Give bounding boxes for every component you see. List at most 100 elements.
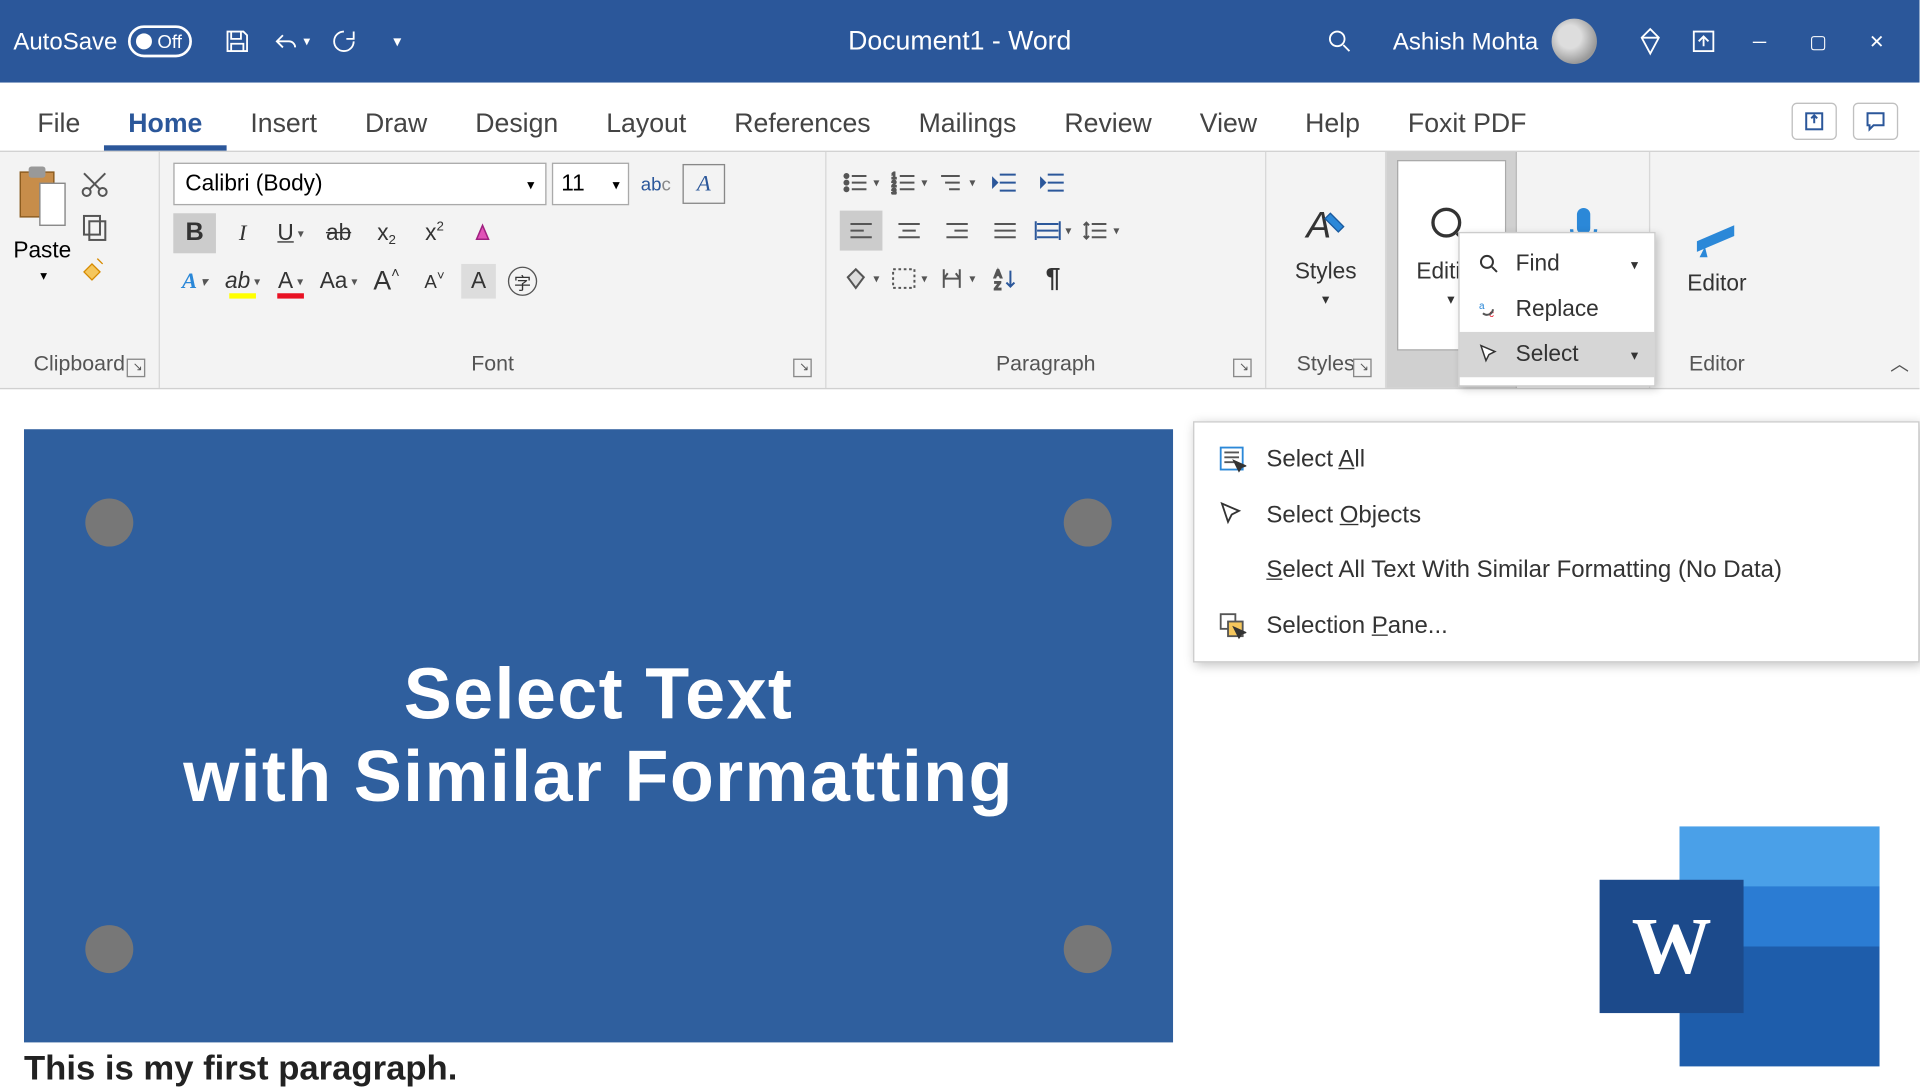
svg-text:A: A: [994, 268, 1002, 280]
avatar: [1552, 19, 1597, 64]
character-shading-icon[interactable]: A: [461, 264, 496, 299]
tab-draw[interactable]: Draw: [341, 96, 451, 151]
find-item[interactable]: Find ▾: [1460, 241, 1655, 286]
tab-insert[interactable]: Insert: [226, 96, 341, 151]
tab-home[interactable]: Home: [104, 96, 226, 151]
shrink-font-icon[interactable]: A˅: [413, 261, 456, 301]
undo-icon[interactable]: ▾: [267, 17, 315, 65]
qat-customize-icon[interactable]: ▾: [373, 17, 421, 65]
selection-pane-label: Selection Pane...: [1266, 611, 1447, 639]
asian-layout-button[interactable]: [936, 259, 979, 299]
select-item[interactable]: Select ▾: [1460, 332, 1655, 377]
select-objects-item[interactable]: Select Objects: [1194, 487, 1918, 543]
tab-references[interactable]: References: [710, 96, 894, 151]
replace-item[interactable]: ac Replace: [1460, 287, 1655, 332]
numbering-button[interactable]: 123: [888, 163, 931, 203]
text-fill-icon[interactable]: A: [173, 261, 216, 301]
corner-dot: [85, 925, 133, 973]
strikethrough-button[interactable]: ab: [317, 213, 360, 253]
clipboard-launcher-icon[interactable]: ↘: [127, 359, 146, 378]
comments-button[interactable]: [1853, 103, 1898, 140]
paragraph-label: Paragraph: [996, 353, 1096, 376]
decrease-indent-icon[interactable]: [984, 163, 1027, 203]
highlight-button[interactable]: ab: [221, 261, 264, 301]
copy-icon[interactable]: [79, 211, 111, 243]
align-right-button[interactable]: [936, 211, 979, 251]
editor-icon: [1692, 214, 1743, 265]
select-cursor-icon: [1476, 343, 1503, 367]
styles-group-label: Styles: [1297, 353, 1355, 376]
italic-button[interactable]: I: [221, 213, 264, 253]
select-similar-item[interactable]: Select All Text With Similar Formatting …: [1194, 543, 1918, 598]
font-name-select[interactable]: Calibri (Body)▾: [173, 163, 546, 206]
tab-file[interactable]: File: [13, 96, 104, 151]
align-center-button[interactable]: [888, 211, 931, 251]
premium-icon[interactable]: [1626, 17, 1674, 65]
increase-indent-icon[interactable]: [1032, 163, 1075, 203]
selection-pane-item[interactable]: Selection Pane...: [1194, 597, 1918, 653]
font-launcher-icon[interactable]: ↘: [793, 359, 812, 378]
user-account[interactable]: Ashish Mohta: [1393, 19, 1597, 64]
subscript-button[interactable]: x2: [365, 213, 408, 253]
group-clipboard: Paste ▾ Clipboard↘: [0, 152, 160, 388]
tab-view[interactable]: View: [1176, 96, 1281, 151]
tab-review[interactable]: Review: [1040, 96, 1175, 151]
title-shape[interactable]: Select Text with Similar Formatting: [24, 429, 1173, 1042]
align-left-button[interactable]: [840, 211, 883, 251]
line-spacing-button[interactable]: [1080, 211, 1123, 251]
autosave-group: AutoSave Off: [13, 25, 192, 57]
select-all-icon: [1216, 444, 1248, 473]
select-submenu: Select All Select Objects Select All Tex…: [1193, 421, 1919, 662]
clear-formatting-icon[interactable]: abc: [635, 164, 678, 204]
share-button[interactable]: [1792, 103, 1837, 140]
styles-launcher-icon[interactable]: ↘: [1353, 359, 1372, 378]
text-effects-icon[interactable]: [461, 213, 504, 253]
minimize-button[interactable]: ─: [1730, 12, 1789, 71]
search-icon[interactable]: [1316, 17, 1364, 65]
bullets-button[interactable]: [840, 163, 883, 203]
show-marks-button[interactable]: ¶: [1032, 259, 1075, 299]
editor-button[interactable]: Editor: [1669, 163, 1766, 348]
redo-icon[interactable]: [320, 17, 368, 65]
underline-button[interactable]: U: [269, 213, 312, 253]
tab-foxit[interactable]: Foxit PDF: [1384, 96, 1551, 151]
sort-button[interactable]: AZ: [984, 259, 1027, 299]
justify-button[interactable]: [984, 211, 1027, 251]
styles-button[interactable]: A Styles ▾: [1276, 163, 1375, 348]
paste-icon: [14, 163, 70, 232]
font-color-button[interactable]: A: [269, 261, 312, 301]
tab-design[interactable]: Design: [451, 96, 582, 151]
svg-text:A: A: [1304, 203, 1331, 245]
cut-icon[interactable]: [79, 168, 111, 200]
paste-caret-icon[interactable]: ▾: [40, 269, 47, 284]
collapse-ribbon-icon[interactable]: ︿: [1890, 351, 1909, 378]
font-size-select[interactable]: 11▾: [552, 163, 629, 206]
superscript-button[interactable]: x2: [413, 213, 456, 253]
character-border-icon[interactable]: A: [682, 164, 725, 204]
document-title: Document1 - Word: [848, 26, 1071, 57]
tab-layout[interactable]: Layout: [582, 96, 710, 151]
tab-help[interactable]: Help: [1281, 96, 1384, 151]
title-line1: Select Text: [404, 653, 793, 736]
select-all-item[interactable]: Select All: [1194, 431, 1918, 487]
format-painter-icon[interactable]: [79, 253, 111, 285]
close-button[interactable]: ✕: [1848, 12, 1907, 71]
bold-button[interactable]: B: [173, 213, 216, 253]
autosave-toggle[interactable]: Off: [128, 25, 192, 57]
find-icon: [1476, 252, 1503, 276]
multilevel-list-button[interactable]: [936, 163, 979, 203]
enclose-characters-icon[interactable]: 字: [501, 261, 544, 301]
paste-label[interactable]: Paste: [13, 237, 71, 264]
corner-dot: [85, 499, 133, 547]
distributed-button[interactable]: [1032, 211, 1075, 251]
maximize-button[interactable]: ▢: [1789, 12, 1848, 71]
select-objects-icon: [1216, 500, 1248, 529]
tab-mailings[interactable]: Mailings: [895, 96, 1041, 151]
shading-button[interactable]: [840, 259, 883, 299]
save-icon[interactable]: [213, 17, 261, 65]
paragraph-launcher-icon[interactable]: ↘: [1233, 359, 1252, 378]
borders-button[interactable]: [888, 259, 931, 299]
ribbon-display-icon[interactable]: [1680, 17, 1728, 65]
grow-font-icon[interactable]: A˄: [365, 261, 408, 301]
change-case-button[interactable]: Aa: [317, 261, 360, 301]
